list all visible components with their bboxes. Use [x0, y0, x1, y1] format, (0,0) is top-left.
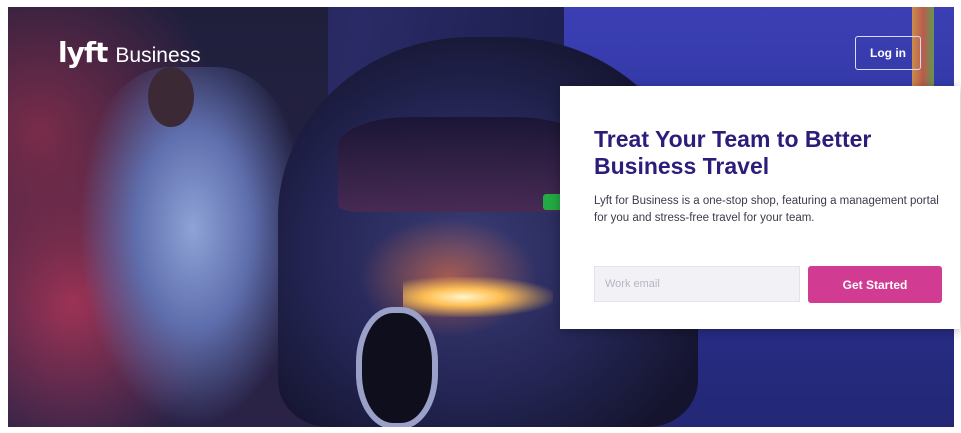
lyft-business-logo[interactable]: lyft Business — [58, 36, 201, 69]
person-head-image — [148, 67, 194, 127]
work-email-input[interactable] — [594, 266, 800, 302]
lyft-logo-mark: lyft — [58, 36, 108, 69]
login-button[interactable]: Log in — [855, 36, 921, 70]
car-wheel — [356, 307, 438, 427]
logo-business-text: Business — [115, 44, 201, 67]
hero-description: Lyft for Business is a one-stop shop, fe… — [594, 195, 939, 224]
get-started-button[interactable]: Get Started — [808, 266, 942, 303]
hero-title: Treat Your Team to Better Business Trave… — [594, 126, 872, 179]
person-image — [78, 67, 308, 427]
headlight — [403, 277, 553, 317]
signup-card: Treat Your Team to Better Business Trave… — [560, 86, 960, 329]
